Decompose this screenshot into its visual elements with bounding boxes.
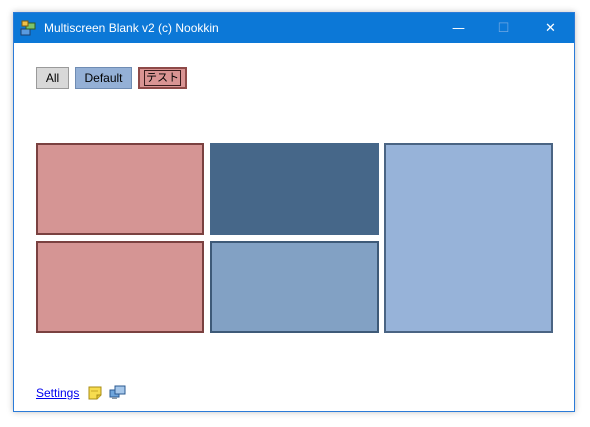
screen-panel-3[interactable] bbox=[384, 143, 553, 333]
tab-label: All bbox=[45, 71, 60, 85]
screen-panel-2[interactable] bbox=[210, 143, 379, 235]
window-title: Multiscreen Blank v2 (c) Nookkin bbox=[44, 21, 219, 35]
settings-link[interactable]: Settings bbox=[36, 386, 79, 400]
screen-panel-1[interactable] bbox=[36, 143, 204, 235]
tab-all[interactable]: All bbox=[36, 67, 69, 89]
tab-default[interactable]: Default bbox=[75, 67, 132, 89]
app-icon bbox=[20, 20, 36, 36]
maximize-button[interactable]: ☐ bbox=[481, 13, 526, 43]
screen-panel-4[interactable] bbox=[36, 241, 204, 333]
client-area: All Default テスト Settings bbox=[14, 43, 574, 411]
maximize-icon: ☐ bbox=[497, 20, 510, 36]
screens-icon[interactable] bbox=[109, 384, 126, 401]
app-window: Multiscreen Blank v2 (c) Nookkin — ☐ ✕ A… bbox=[13, 12, 575, 412]
screen-panel-5[interactable] bbox=[210, 241, 379, 333]
minimize-button[interactable]: — bbox=[436, 13, 481, 43]
sticky-note-icon[interactable] bbox=[88, 385, 103, 400]
tab-test[interactable]: テスト bbox=[138, 67, 187, 89]
tab-label: テスト bbox=[144, 70, 181, 86]
title-bar[interactable]: Multiscreen Blank v2 (c) Nookkin — ☐ ✕ bbox=[14, 13, 574, 43]
minimize-icon: — bbox=[452, 20, 465, 36]
close-button[interactable]: ✕ bbox=[528, 13, 573, 43]
tab-label: Default bbox=[84, 71, 123, 85]
close-icon: ✕ bbox=[545, 20, 556, 36]
